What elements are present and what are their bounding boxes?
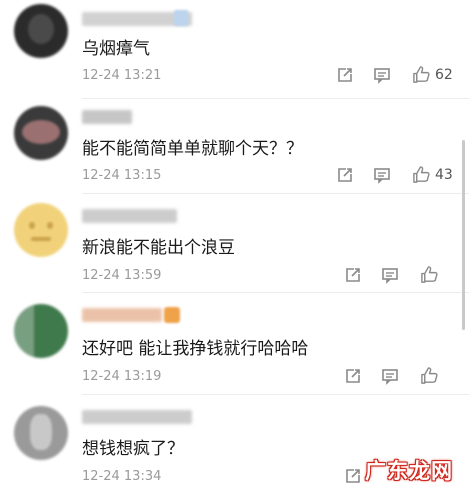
- scrollbar[interactable]: [462, 140, 465, 330]
- user-badge-icon: [164, 307, 180, 323]
- thumbs-up-icon: [413, 166, 430, 183]
- comment-time: 12-24 13:15: [82, 168, 162, 183]
- avatar[interactable]: [14, 106, 68, 160]
- watermark-logo: 广东龙网: [365, 459, 453, 483]
- comment-item: 乌烟瘴气 12-24 13:21 62: [0, 0, 469, 100]
- comment-button[interactable]: [381, 266, 399, 284]
- thumbs-up-icon: [421, 367, 438, 384]
- comment-text: 还好吧 能让我挣钱就行哈哈哈: [82, 339, 309, 359]
- comment-text: 想钱想疯了？: [82, 439, 184, 459]
- comment-button[interactable]: [373, 66, 391, 84]
- divider: [82, 292, 469, 293]
- comment-time: 12-24 13:21: [82, 68, 162, 83]
- avatar[interactable]: [14, 4, 68, 58]
- comment-time: 12-24 13:19: [82, 369, 162, 384]
- comment-icon: [382, 268, 398, 284]
- username-blurred[interactable]: [82, 410, 192, 424]
- share-icon: [338, 68, 352, 82]
- like-count: 62: [435, 66, 453, 83]
- comment-time: 12-24 13:59: [82, 268, 162, 283]
- comment-text: 新浪能不能出个浪豆: [82, 238, 235, 258]
- username-blurred[interactable]: [82, 110, 132, 124]
- share-button[interactable]: [336, 66, 354, 84]
- comment-text: 乌烟瘴气: [82, 39, 150, 59]
- share-button[interactable]: [344, 367, 362, 385]
- divider: [82, 193, 469, 194]
- like-button[interactable]: [420, 366, 439, 385]
- comment-text: 能不能简简单单就聊个天？？: [82, 139, 303, 159]
- comment-item: 能不能简简单单就聊个天？？ 12-24 13:15 43: [0, 100, 469, 195]
- avatar[interactable]: [14, 406, 68, 460]
- comment-icon: [382, 369, 398, 385]
- user-badge-icon: [174, 10, 188, 26]
- comment-button[interactable]: [373, 166, 391, 184]
- avatar[interactable]: [14, 203, 68, 257]
- share-button[interactable]: [336, 166, 354, 184]
- like-button[interactable]: 62: [412, 65, 453, 84]
- comment-icon: [374, 68, 390, 84]
- divider: [82, 98, 469, 99]
- share-icon: [346, 268, 360, 282]
- share-icon: [346, 369, 360, 383]
- thumbs-up-icon: [413, 66, 430, 83]
- like-button[interactable]: 43: [412, 165, 453, 184]
- comment-item: 还好吧 能让我挣钱就行哈哈哈 12-24 13:19: [0, 294, 469, 394]
- share-icon: [346, 469, 360, 483]
- comment-time: 12-24 13:34: [82, 469, 162, 484]
- divider: [82, 394, 469, 395]
- thumbs-up-icon: [421, 266, 438, 283]
- share-button[interactable]: [344, 467, 362, 485]
- username-blurred[interactable]: [82, 308, 162, 322]
- share-icon: [338, 168, 352, 182]
- comment-item: 新浪能不能出个浪豆 12-24 13:59: [0, 195, 469, 293]
- comment-icon: [374, 168, 390, 184]
- username-blurred[interactable]: [82, 209, 177, 223]
- comment-button[interactable]: [381, 367, 399, 385]
- avatar[interactable]: [14, 304, 68, 358]
- like-button[interactable]: [420, 265, 439, 284]
- share-button[interactable]: [344, 266, 362, 284]
- like-count: 43: [435, 166, 453, 183]
